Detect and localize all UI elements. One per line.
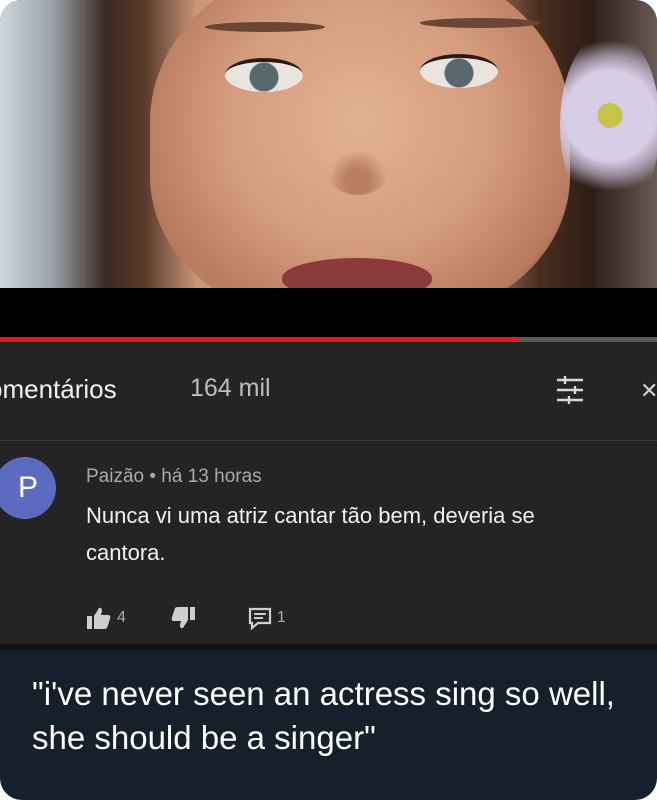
sort-icon[interactable] [555,376,585,404]
face-image [150,0,570,290]
reply-count: 1 [276,609,286,626]
flower-image [560,30,657,220]
video-letterbox [0,288,657,340]
youtube-comments-panel: omentários 164 mil ✕ P Paizão • há 13 ho… [0,342,657,644]
divider [0,440,657,441]
comments-count: 164 mil [190,374,271,402]
thumbs-down-icon[interactable] [170,606,196,630]
comment-text: Nunca vi uma atriz cantar tão bem, dever… [86,503,535,565]
reply-icon[interactable] [248,606,272,630]
panel-bottom-border [0,644,657,650]
eyebrow-right [420,18,540,28]
translation-caption: "i've never seen an actress sing so well… [32,675,615,756]
tweet-media-card: omentários 164 mil ✕ P Paizão • há 13 ho… [0,0,657,800]
video-frame-photo[interactable] [0,0,657,290]
nose-image [328,150,388,195]
eye-left [225,58,303,92]
thumbs-up-icon[interactable] [86,606,112,630]
comment-actions: 4 1 [86,604,286,632]
avatar[interactable]: P [0,457,56,519]
close-icon[interactable]: ✕ [640,378,657,404]
eye-right [420,54,498,88]
lips-image [282,258,432,290]
eyebrow-left [205,22,325,32]
comment-meta: Paizão • há 13 horas [86,466,262,487]
comments-title: omentários [0,374,117,404]
like-count: 4 [117,609,126,626]
